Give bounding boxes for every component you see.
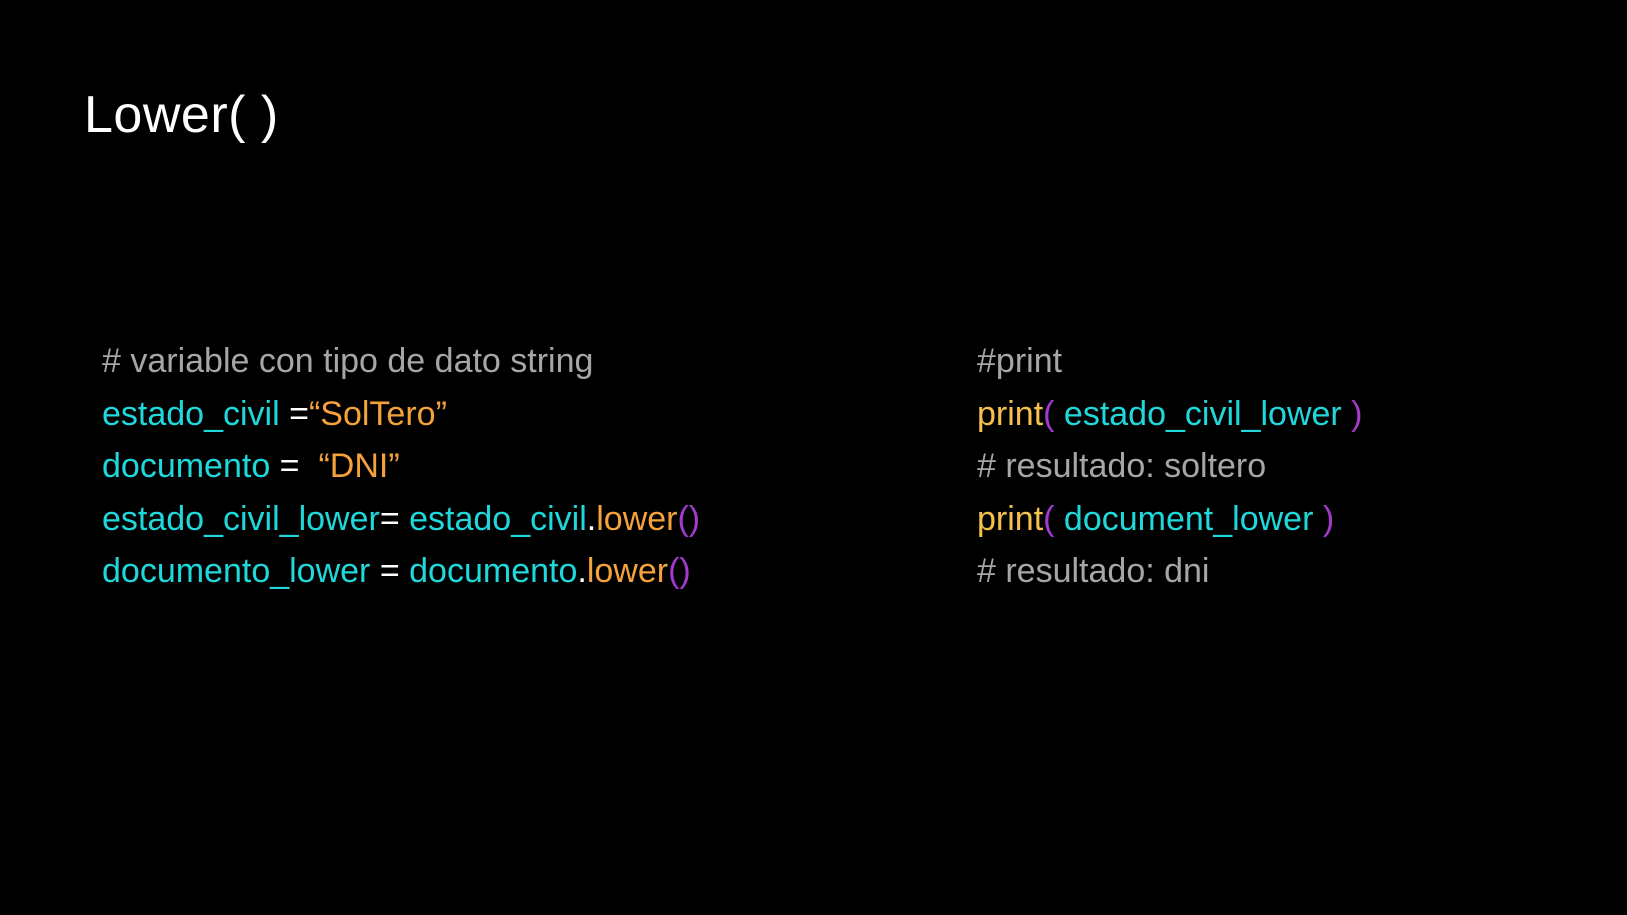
assignment-operator: = [379, 499, 410, 538]
result-comment: # resultado: dni [977, 552, 1210, 590]
code-line-documento: documento = “DNI” [102, 440, 700, 493]
code-line-documento-lower: documento_lower = documento.lower() [102, 545, 700, 598]
slide-title: Lower( ) [84, 86, 279, 144]
string-literal: “SolTero” [308, 394, 447, 433]
string-literal: “DNI” [318, 447, 400, 485]
object-name: documento [409, 552, 578, 590]
variable-name: documento_lower [102, 552, 371, 590]
argument-name: estado_civil_lower [1063, 394, 1342, 433]
method-name: lower [596, 499, 678, 538]
result-comment: # resultado: soltero [977, 447, 1267, 485]
assignment-operator: = [370, 552, 410, 590]
code-line-print-document-lower: print( document_lower ) [977, 493, 1363, 546]
code-comment: #print [977, 342, 1063, 380]
code-block-left: # variable con tipo de dato string estad… [102, 335, 700, 598]
code-line-comment: # variable con tipo de dato string [102, 335, 700, 388]
object-name: estado_civil [409, 499, 587, 538]
close-paren: ) [1341, 394, 1363, 433]
code-line-result-soltero: # resultado: soltero [977, 440, 1363, 493]
code-line-print-estado-civil-lower: print( estado_civil_lower ) [977, 388, 1363, 441]
open-paren: ( [1043, 394, 1064, 433]
parentheses: () [668, 552, 691, 590]
variable-name: documento [102, 447, 271, 485]
dot-operator: . [577, 552, 587, 590]
close-paren: ) [1313, 499, 1335, 538]
function-name: print [977, 394, 1044, 433]
argument-name: document_lower [1063, 499, 1314, 538]
code-line-result-dni: # resultado: dni [977, 545, 1363, 598]
code-block-right: #print print( estado_civil_lower ) # res… [977, 335, 1363, 598]
variable-name: estado_civil [102, 394, 280, 433]
code-line-print-comment: #print [977, 335, 1363, 388]
function-name: print [977, 499, 1044, 538]
method-name: lower [586, 552, 669, 590]
assignment-operator: = [279, 394, 309, 433]
code-comment: # variable con tipo de dato string [102, 342, 594, 380]
code-line-estado-civil-lower: estado_civil_lower= estado_civil.lower() [102, 493, 700, 546]
code-line-estado-civil: estado_civil =“SolTero” [102, 388, 700, 441]
dot-operator: . [586, 499, 597, 538]
slide: Lower( ) # variable con tipo de dato str… [0, 0, 1627, 915]
parentheses: () [677, 499, 701, 538]
assignment-operator: = [270, 447, 319, 485]
variable-name: estado_civil_lower [102, 499, 380, 538]
open-paren: ( [1043, 499, 1064, 538]
